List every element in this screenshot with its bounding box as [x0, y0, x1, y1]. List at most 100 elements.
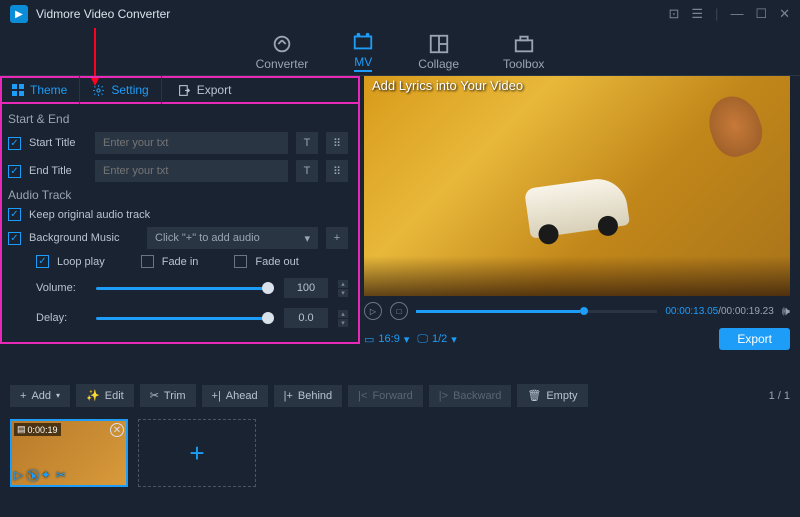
add-button[interactable]: +Add▾: [10, 385, 70, 407]
close-icon[interactable]: ✕: [779, 6, 790, 22]
add-clip-tile[interactable]: +: [138, 419, 256, 487]
export-button[interactable]: Export: [719, 328, 790, 350]
delay-up[interactable]: ▴: [338, 310, 348, 318]
start-title-input[interactable]: [95, 132, 288, 154]
divider: |: [715, 6, 718, 22]
top-nav: Converter MV Collage Toolbox: [0, 28, 800, 76]
settings-panel: Theme Setting Export Start & End ✓ Start…: [0, 76, 360, 376]
section-audio-track: Audio Track: [8, 188, 348, 202]
behind-button[interactable]: |+Behind: [274, 385, 343, 407]
checkbox-fade-out[interactable]: ✓: [234, 255, 247, 268]
chevron-down-icon: ▾: [56, 391, 60, 400]
volume-value[interactable]: 100: [284, 278, 328, 298]
section-start-end: Start & End: [8, 112, 348, 126]
checkbox-loop-play[interactable]: ✓: [36, 255, 49, 268]
converter-icon: [271, 33, 293, 55]
preview-panel: Add Lyrics into Your Video ▷ □ 00:00:13.…: [360, 76, 800, 376]
tab-setting[interactable]: Setting: [80, 76, 161, 104]
scissors-icon: ✂: [150, 389, 159, 402]
toolbox-icon: [513, 33, 535, 55]
aspect-icon: ▭: [364, 333, 374, 346]
delay-value[interactable]: 0.0: [284, 308, 328, 328]
theme-icon: [12, 84, 24, 96]
thumb-play-icon[interactable]: ▷: [14, 468, 23, 483]
time-display: 00:00:13.05/00:00:19.23: [665, 306, 773, 317]
panel-tabs: Theme Setting Export: [0, 76, 360, 104]
delay-down[interactable]: ▾: [338, 319, 348, 327]
backward-button[interactable]: |>Backward: [429, 385, 512, 407]
checkbox-keep-original[interactable]: ✓: [8, 208, 21, 221]
forward-icon: |<: [358, 390, 367, 402]
behind-icon: |+: [284, 390, 293, 402]
duration-badge: ▤0:00:19: [14, 423, 61, 436]
pager: 1 / 1: [769, 390, 790, 402]
add-audio-button[interactable]: +: [326, 227, 348, 249]
grid-icon[interactable]: ⠿: [326, 132, 348, 154]
remove-clip-icon[interactable]: ✕: [110, 423, 124, 437]
checkbox-bg-music[interactable]: ✓: [8, 232, 21, 245]
text-style-icon[interactable]: T: [296, 160, 318, 182]
volume-up[interactable]: ▴: [338, 280, 348, 288]
window-size-dropdown[interactable]: 🖵 1/2 ▾: [417, 333, 456, 346]
clip-thumbnail[interactable]: ▤0:00:19 ✕ ▷ 🕨⃠ ✦ ✂: [10, 419, 128, 487]
tab-export[interactable]: Export: [166, 76, 244, 104]
volume-slider[interactable]: [96, 287, 274, 290]
wand-icon: ✨: [86, 389, 100, 402]
chevron-down-icon: ▾: [404, 333, 410, 346]
screen-icon: 🖵: [417, 333, 428, 346]
ahead-icon: +|: [212, 390, 221, 402]
label-keep-original: Keep original audio track: [29, 209, 150, 221]
label-end-title: End Title: [29, 165, 87, 177]
app-logo-icon: ▶: [10, 5, 28, 23]
export-icon: [178, 84, 191, 97]
label-volume: Volume:: [36, 282, 86, 294]
grid-icon[interactable]: ⠿: [326, 160, 348, 182]
video-preview[interactable]: Add Lyrics into Your Video: [364, 76, 790, 296]
tab-theme[interactable]: Theme: [0, 76, 80, 104]
checkbox-fade-in[interactable]: ✓: [141, 255, 154, 268]
thumb-trim-icon[interactable]: ✂: [56, 468, 66, 483]
volume-down[interactable]: ▾: [338, 289, 348, 297]
app-title: Vidmore Video Converter: [36, 7, 668, 21]
titlebar: ▶ Vidmore Video Converter ⊡ ☰ | — ☐ ✕: [0, 0, 800, 28]
nav-toolbox[interactable]: Toolbox: [503, 33, 544, 71]
clip-toolbar: +Add▾ ✨Edit ✂Trim +|Ahead |+Behind |<For…: [0, 376, 800, 415]
timeline-slider[interactable]: [416, 310, 657, 313]
chevron-down-icon: ▾: [451, 333, 457, 346]
maximize-icon[interactable]: ☐: [755, 6, 767, 22]
nav-mv[interactable]: MV: [352, 31, 374, 72]
thumb-effect-icon[interactable]: ✦: [41, 468, 51, 483]
backward-icon: |>: [439, 390, 448, 402]
checkbox-end-title[interactable]: ✓: [8, 165, 21, 178]
menu-icon[interactable]: ☰: [691, 6, 703, 22]
label-delay: Delay:: [36, 312, 86, 324]
volume-icon[interactable]: 🕪: [782, 303, 790, 319]
video-overlay-text: Add Lyrics into Your Video: [372, 78, 523, 93]
mv-icon: [352, 31, 374, 53]
play-button[interactable]: ▷: [364, 302, 382, 320]
edit-button[interactable]: ✨Edit: [76, 384, 134, 407]
stop-button[interactable]: □: [390, 302, 408, 320]
label-start-title: Start Title: [29, 137, 87, 149]
nav-converter[interactable]: Converter: [256, 33, 309, 71]
aspect-ratio-dropdown[interactable]: ▭ 16:9 ▾: [364, 333, 409, 346]
text-style-icon[interactable]: T: [296, 132, 318, 154]
end-title-input[interactable]: [95, 160, 288, 182]
empty-button[interactable]: 🗑Empty: [517, 384, 587, 407]
forward-button[interactable]: |<Forward: [348, 385, 423, 407]
plus-icon: +: [20, 390, 26, 402]
minimize-icon[interactable]: —: [730, 6, 743, 22]
trim-button[interactable]: ✂Trim: [140, 384, 196, 407]
gear-icon: [92, 84, 105, 97]
delay-slider[interactable]: [96, 317, 274, 320]
ahead-button[interactable]: +|Ahead: [202, 385, 268, 407]
bg-music-dropdown[interactable]: Click "+" to add audio ▾: [147, 227, 318, 249]
nav-collage[interactable]: Collage: [418, 33, 459, 71]
feedback-icon[interactable]: ⊡: [668, 6, 679, 22]
thumb-mute-icon[interactable]: 🕨⃠: [28, 468, 36, 483]
chevron-down-icon: ▾: [304, 232, 310, 245]
film-icon: ▤: [17, 424, 26, 435]
trash-icon: 🗑: [527, 389, 541, 402]
checkbox-start-title[interactable]: ✓: [8, 137, 21, 150]
label-bg-music: Background Music: [29, 232, 139, 244]
